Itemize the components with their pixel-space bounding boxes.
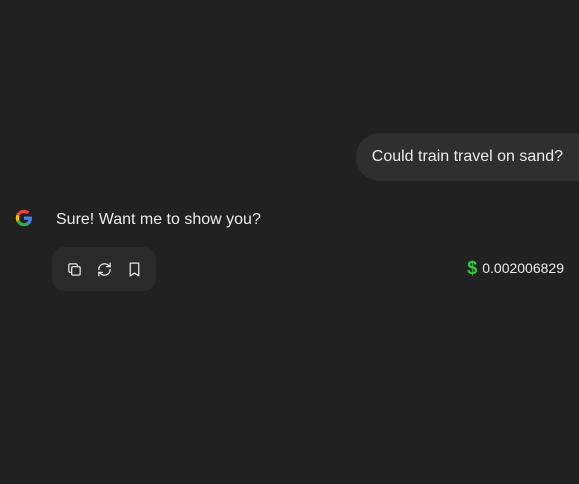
copy-icon: [67, 262, 81, 276]
regenerate-button[interactable]: [95, 260, 113, 278]
google-g-icon: [15, 209, 32, 227]
refresh-icon: [97, 261, 111, 277]
cost-value: 0.002006829: [482, 260, 564, 276]
message-action-bar: [52, 247, 156, 291]
bookmark-icon: [129, 261, 139, 277]
cost-indicator: $ 0.002006829: [467, 259, 564, 277]
user-message-text: Could train travel on sand?: [371, 148, 563, 165]
assistant-message-text: Sure! Want me to show you?: [56, 211, 261, 228]
copy-button[interactable]: [65, 260, 83, 278]
bookmark-button[interactable]: [125, 260, 143, 278]
dollar-icon: $: [467, 258, 478, 278]
user-message-bubble: Could train travel on sand?: [355, 133, 579, 181]
